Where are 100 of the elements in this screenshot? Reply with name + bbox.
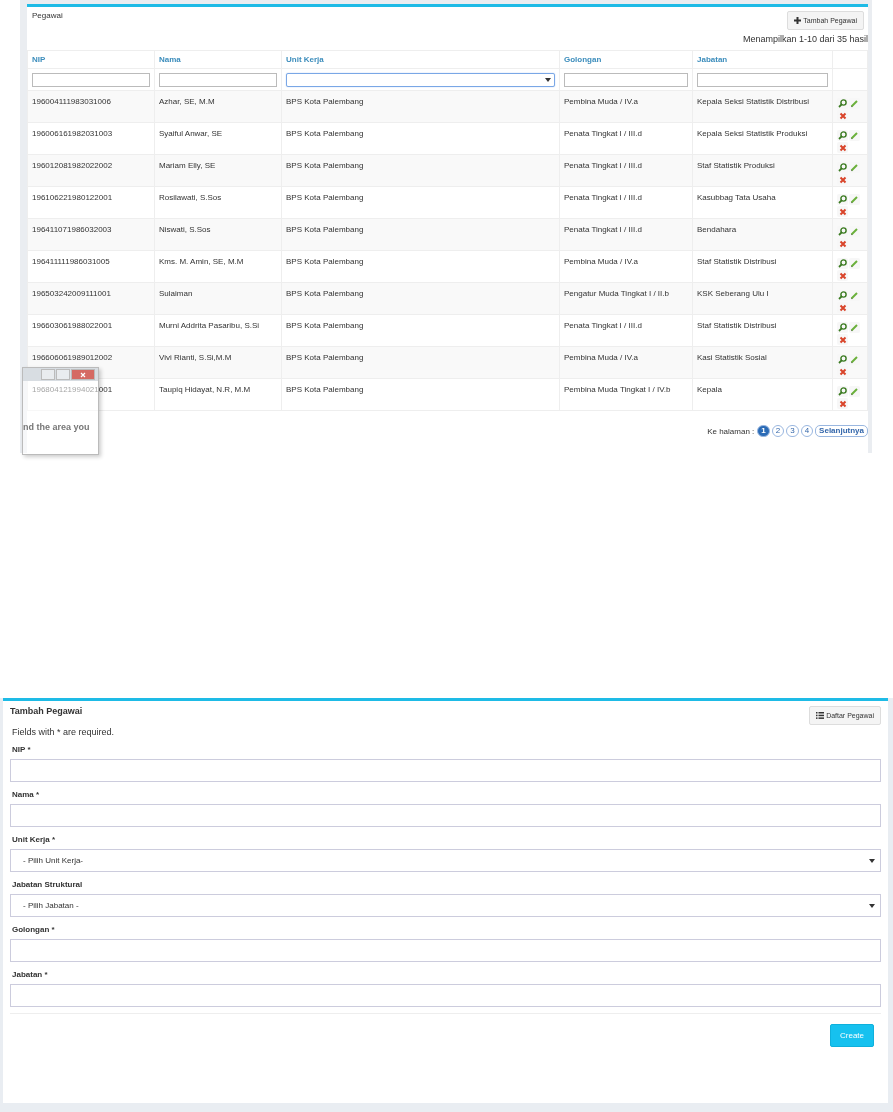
edit-button[interactable] (849, 386, 860, 397)
view-button[interactable] (837, 130, 848, 141)
delete-button[interactable] (837, 110, 848, 121)
cross-icon (838, 143, 847, 152)
table-cell: 196004111983031006 (32, 97, 111, 106)
table-cell: 196606061989012002 (32, 353, 113, 362)
delete-button[interactable] (837, 398, 848, 409)
edit-button[interactable] (849, 194, 860, 205)
view-button[interactable] (837, 162, 848, 173)
table-cell: Kepala Seksi Statistik Distribusi (697, 97, 810, 106)
delete-button[interactable] (837, 174, 848, 185)
caret-icon (544, 75, 552, 84)
pencil-icon (850, 259, 859, 268)
column-header[interactable]: Nama (159, 55, 181, 64)
list-icon (816, 712, 825, 719)
pencil-icon (850, 131, 859, 140)
column-header[interactable]: Unit Kerja (286, 55, 324, 64)
pencil-icon (850, 99, 859, 108)
table-cell: 196503242009111001 (32, 289, 111, 298)
edit-button[interactable] (849, 322, 860, 333)
column-header[interactable]: Jabatan (697, 55, 728, 64)
cross-icon (838, 303, 847, 312)
cross-icon (838, 271, 847, 280)
table-cell: Pengatur Muda Tingkat I / II.b (564, 289, 669, 298)
close-icon (80, 371, 86, 378)
table-cell: Kasubbag Tata Usaha (697, 193, 776, 202)
table-cell: Staf Statistik Distribusi (697, 257, 777, 266)
close-button[interactable] (71, 369, 95, 380)
view-button[interactable] (837, 322, 848, 333)
table-cell: BPS Kota Palembang (286, 385, 364, 394)
table-cell: BPS Kota Palembang (286, 257, 364, 266)
table-cell: BPS Kota Palembang (286, 353, 364, 362)
pencil-icon (850, 195, 859, 204)
edit-button[interactable] (849, 130, 860, 141)
dialog-text: nd the area you (23, 422, 91, 432)
next-page-link[interactable]: Selanjutnya (815, 425, 868, 437)
cross-icon (838, 335, 847, 344)
delete-button[interactable] (837, 270, 848, 281)
view-button[interactable] (837, 98, 848, 109)
search-icon (838, 291, 847, 300)
table-cell: BPS Kota Palembang (286, 225, 364, 234)
field-label: NIP * (11, 744, 32, 756)
field-label: Unit Kerja * (11, 834, 57, 846)
cross-icon (838, 175, 847, 184)
pagination-label: Ke halaman : (707, 426, 755, 436)
result-summary: Menampilkan 1-10 dari 35 hasil (741, 33, 868, 46)
table-cell: 196411111986031005 (32, 257, 110, 266)
table-cell: 196411071986032003 (32, 225, 112, 234)
delete-button[interactable] (837, 206, 848, 217)
column-header[interactable]: Golongan (564, 55, 602, 64)
view-button[interactable] (837, 386, 848, 397)
table-cell: Rosilawati, S.Sos (159, 193, 222, 202)
caret-icon (868, 856, 876, 865)
input-field[interactable] (10, 804, 881, 827)
cross-icon (838, 239, 847, 248)
table-cell: Pembina Muda / IV.a (564, 97, 638, 106)
filter-field[interactable] (159, 72, 277, 87)
input-field[interactable] (10, 984, 881, 1007)
table-cell: 196603061988022001 (32, 321, 113, 330)
table-cell: Mariam Elly, SE (159, 161, 216, 170)
table-cell: Penata Tingkat I / III.d (564, 225, 642, 234)
select-field[interactable]: - Pilih Jabatan - (10, 894, 881, 917)
cross-icon (838, 207, 847, 216)
field-label: Nama * (11, 789, 41, 801)
table-cell: BPS Kota Palembang (286, 289, 364, 298)
search-icon (838, 323, 847, 332)
pencil-icon (850, 323, 859, 332)
select-field[interactable]: - Pilih Unit Kerja- (10, 849, 881, 872)
table-cell: 196012081982022002 (32, 161, 113, 170)
view-button[interactable] (837, 194, 848, 205)
delete-button[interactable] (837, 334, 848, 345)
delete-button[interactable] (837, 238, 848, 249)
input-field[interactable] (10, 939, 881, 962)
table-cell: Murni Addrita Pasaribu, S.Si (159, 321, 260, 330)
filter-field[interactable] (697, 72, 828, 87)
edit-button[interactable] (849, 258, 860, 269)
delete-button[interactable] (837, 366, 848, 377)
input-field[interactable] (10, 759, 881, 782)
delete-button[interactable] (837, 302, 848, 313)
required-note: Fields with * are required. (11, 726, 116, 739)
field-label: Golongan * (11, 924, 56, 936)
view-button[interactable] (837, 290, 848, 301)
cross-icon (838, 399, 847, 408)
cross-icon (838, 111, 847, 120)
view-button[interactable] (837, 226, 848, 237)
column-header[interactable]: NIP (32, 55, 46, 64)
filter-select[interactable] (286, 72, 555, 87)
table-cell: Pembina Muda / IV.a (564, 353, 638, 362)
delete-button[interactable] (837, 142, 848, 153)
search-icon (838, 387, 847, 396)
table-cell: 196106221980122001 (32, 193, 113, 202)
view-button[interactable] (837, 258, 848, 269)
filter-field[interactable] (564, 72, 688, 87)
search-icon (838, 131, 847, 140)
table-cell: Vivi Rianti, S.Si,M.M (159, 353, 232, 362)
table-cell: Kepala (697, 385, 722, 394)
pencil-icon (850, 163, 859, 172)
filter-field[interactable] (32, 72, 150, 87)
view-button[interactable] (837, 354, 848, 365)
page-link[interactable]: 1 (757, 425, 770, 437)
